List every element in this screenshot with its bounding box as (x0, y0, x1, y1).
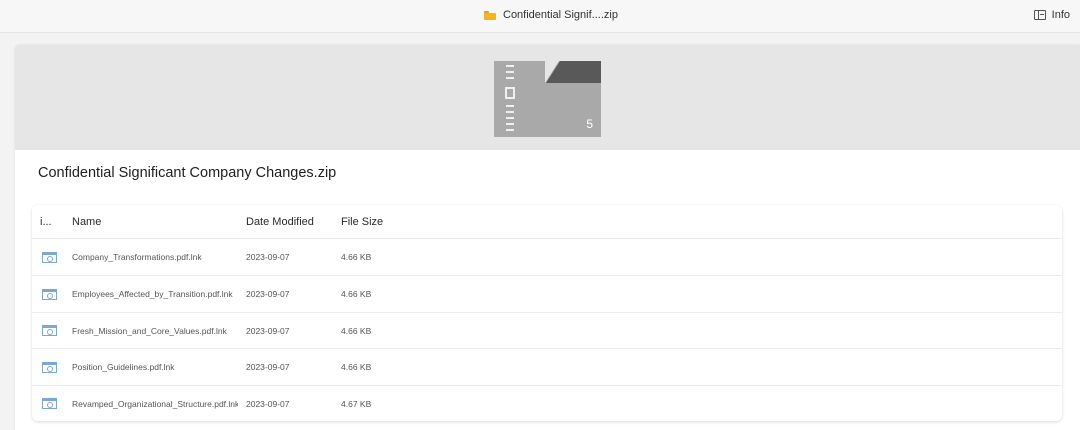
table-header: i... Name Date Modified File Size (32, 205, 1062, 239)
file-size: 4.66 KB (341, 252, 372, 262)
file-size: 4.66 KB (341, 289, 372, 299)
item-count-badge: 5 (586, 117, 593, 131)
window-title-text: Confidential Signif....zip (503, 9, 618, 21)
shortcut-file-icon (42, 251, 57, 263)
title-bar: Confidential Signif....zip Info (0, 0, 1080, 33)
zipper-icon (504, 65, 516, 133)
archive-name: Confidential Significant Company Changes… (38, 165, 337, 181)
info-panel-icon (1033, 10, 1046, 20)
file-date: 2023-09-07 (246, 252, 290, 262)
archive-panel: 5 Confidential Significant Company Chang… (15, 45, 1080, 430)
file-date: 2023-09-07 (246, 289, 290, 299)
info-label: Info (1051, 9, 1070, 21)
file-table: i... Name Date Modified File Size Compan… (32, 205, 1062, 421)
file-size: 4.66 KB (341, 325, 372, 336)
column-header-icon[interactable]: i... (40, 205, 62, 238)
table-row[interactable]: Position_Guidelines.pdf.lnk 2023-09-07 4… (32, 349, 1062, 386)
zip-folder-icon (484, 10, 496, 20)
zip-archive-icon: 5 (494, 61, 601, 137)
shortcut-file-icon (42, 325, 57, 336)
table-row[interactable]: Fresh_Mission_and_Core_Values.pdf.lnk 20… (32, 313, 1062, 349)
file-name: Company_Transformations.pdf.lnk (72, 252, 202, 262)
table-row[interactable]: Company_Transformations.pdf.lnk 2023-09-… (32, 239, 1062, 276)
shortcut-file-icon (42, 288, 57, 300)
file-size: 4.66 KB (341, 362, 372, 372)
file-date: 2023-09-07 (246, 398, 290, 409)
shortcut-file-icon (42, 361, 57, 373)
shortcut-file-icon (42, 398, 57, 409)
table-row[interactable]: Employees_Affected_by_Transition.pdf.lnk… (32, 276, 1062, 313)
file-name: Employees_Affected_by_Transition.pdf.lnk (72, 289, 233, 299)
file-date: 2023-09-07 (246, 362, 290, 372)
info-button[interactable]: Info (1033, 6, 1070, 24)
window-title: Confidential Signif....zip (484, 7, 618, 23)
column-header-file-size[interactable]: File Size (341, 205, 421, 238)
file-size: 4.67 KB (341, 398, 372, 409)
file-name: Revamped_Organizational_Structure.pdf.ln… (72, 398, 238, 409)
table-row[interactable]: Revamped_Organizational_Structure.pdf.ln… (32, 386, 1062, 421)
column-header-date-modified[interactable]: Date Modified (246, 205, 334, 238)
file-name: Position_Guidelines.pdf.lnk (72, 362, 175, 372)
archive-preview: 5 (15, 45, 1080, 150)
file-name: Fresh_Mission_and_Core_Values.pdf.lnk (72, 325, 227, 336)
file-date: 2023-09-07 (246, 325, 290, 336)
column-header-name[interactable]: Name (72, 205, 238, 238)
